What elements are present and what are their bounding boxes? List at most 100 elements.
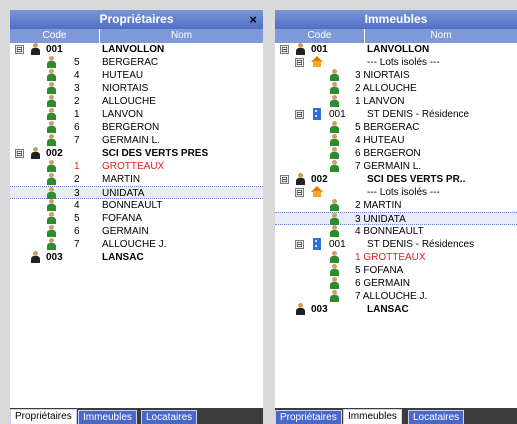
person-icon: [46, 160, 57, 172]
tenant-number: 7: [74, 135, 80, 146]
tenant-row[interactable]: 1 LANVON: [275, 95, 517, 108]
tenant-row[interactable]: 2 MARTIN: [275, 199, 517, 212]
person-icon: [329, 251, 340, 263]
proprietaires-title-bar: Propriétaires ×: [10, 10, 263, 29]
owner-row[interactable]: ⊟ 001 LANVOLLON: [10, 43, 263, 56]
tenant-name: 3 NIORTAIS: [355, 70, 410, 81]
person-icon: [46, 134, 57, 146]
building-row[interactable]: ⊟ 001 ST DENIS - Résidences: [275, 238, 517, 251]
tenant-row[interactable]: 6 GERMAIN: [10, 225, 263, 238]
expand-collapse-toggle[interactable]: ⊟: [295, 58, 304, 67]
tenant-number: 1: [74, 161, 80, 172]
owner-row[interactable]: 003 LANSAC: [10, 251, 263, 264]
tenant-row[interactable]: 1 GROTTEAUX: [275, 251, 517, 264]
tenant-row[interactable]: 4 HUTEAU: [10, 69, 263, 82]
expand-collapse-toggle[interactable]: ⊟: [295, 240, 304, 249]
owner-row[interactable]: ⊟ 001 LANVOLLON: [275, 43, 517, 56]
tenant-row[interactable]: 3 NIORTAIS: [10, 82, 263, 95]
tenant-name: BERGERAC: [102, 57, 159, 68]
tab-locataires[interactable]: Locataires: [141, 410, 198, 424]
tenant-row[interactable]: 5 BERGERAC: [10, 56, 263, 69]
person-icon: [329, 225, 340, 237]
tenant-row[interactable]: 6 GERMAIN: [275, 277, 517, 290]
expand-collapse-toggle[interactable]: ⊟: [295, 188, 304, 197]
tenant-name: 2 ALLOUCHE: [355, 83, 417, 94]
tab-proprietaires[interactable]: Propriétaires: [10, 409, 77, 424]
column-nom[interactable]: Nom: [365, 29, 517, 43]
owner-row[interactable]: ⊟ 002 SCI DES VERTS PRES: [10, 147, 263, 160]
tenant-name: BONNEAULT: [102, 200, 163, 211]
person-icon: [329, 277, 340, 289]
tenant-row[interactable]: 2 ALLOUCHE: [10, 95, 263, 108]
person-icon: [30, 43, 41, 55]
tenant-row[interactable]: 7 GERMAIN L.: [10, 134, 263, 147]
tenant-row[interactable]: 5 BERGERAC: [275, 121, 517, 134]
tenant-name: FOFANA: [102, 213, 143, 224]
tenant-name: GROTTEAUX: [102, 161, 165, 172]
proprietaires-panel: Propriétaires × Code Nom ⊟ 001 LANVOLLON 5 B…: [10, 10, 263, 424]
expand-collapse-toggle[interactable]: ⊟: [15, 45, 24, 54]
tab-immeubles[interactable]: Immeubles: [343, 409, 402, 424]
expand-collapse-toggle[interactable]: ⊟: [15, 149, 24, 158]
tenant-name: 5 FOFANA: [355, 265, 404, 276]
building-row[interactable]: ⊟ 001 ST DENIS - Résidence: [275, 108, 517, 121]
tenant-number: 4: [74, 70, 80, 81]
person-icon: [46, 56, 57, 68]
building-code: 001: [329, 239, 346, 250]
person-icon: [46, 238, 57, 250]
tenant-row[interactable]: 3 UNIDATA: [275, 212, 517, 225]
building-code: 001: [329, 109, 346, 120]
tenant-row[interactable]: 1 LANVON: [10, 108, 263, 121]
tenant-row[interactable]: 4 HUTEAU: [275, 134, 517, 147]
buildings-tree: ⊟ 001 LANVOLLON ⊟ --- Lots isolés --- 3 NIORT…: [275, 43, 517, 316]
tenant-number: 4: [74, 200, 80, 211]
person-icon: [329, 147, 340, 159]
tenant-row[interactable]: 6 BERGERON: [10, 121, 263, 134]
tenant-number: 7: [74, 239, 80, 250]
expand-collapse-toggle[interactable]: ⊟: [295, 110, 304, 119]
tenant-row[interactable]: 7 GERMAIN L.: [275, 160, 517, 173]
building-icon: [311, 238, 322, 250]
tenant-row[interactable]: 3 NIORTAIS: [275, 69, 517, 82]
person-icon: [329, 121, 340, 133]
tenant-row[interactable]: 5 FOFANA: [10, 212, 263, 225]
tenant-name: LANVON: [102, 109, 144, 120]
tab-bar: Propriétaires Immeubles Locataires: [10, 408, 263, 424]
tenant-row[interactable]: 7 ALLOUCHE J.: [10, 238, 263, 251]
column-nom[interactable]: Nom: [100, 29, 263, 43]
tenant-row[interactable]: 3 UNIDATA: [10, 186, 263, 199]
tenant-row[interactable]: 2 ALLOUCHE: [275, 82, 517, 95]
tenant-row[interactable]: 5 FOFANA: [275, 264, 517, 277]
owner-code: 003: [311, 304, 328, 315]
close-icon[interactable]: ×: [249, 10, 257, 29]
person-icon: [30, 147, 41, 159]
expand-collapse-toggle[interactable]: ⊟: [280, 45, 289, 54]
person-icon: [46, 199, 57, 211]
person-icon: [329, 199, 340, 211]
owner-code: 001: [46, 44, 63, 55]
tenant-row[interactable]: 1 GROTTEAUX: [10, 160, 263, 173]
immeubles-title-bar: Immeubles: [275, 10, 517, 29]
tenant-row[interactable]: 6 BERGERON: [275, 147, 517, 160]
owner-code: 002: [311, 174, 328, 185]
tab-bar: Propriétaires Immeubles Locataires: [275, 408, 517, 424]
tenant-row[interactable]: 7 ALLOUCHE J.: [275, 290, 517, 303]
tab-locataires[interactable]: Locataires: [408, 410, 465, 424]
expand-collapse-toggle[interactable]: ⊟: [280, 175, 289, 184]
tenant-row[interactable]: 4 BONNEAULT: [275, 225, 517, 238]
tab-immeubles[interactable]: Immeubles: [78, 410, 137, 424]
column-code[interactable]: Code: [10, 29, 100, 43]
owner-row[interactable]: ⊟ 002 SCI DES VERTS PR..: [275, 173, 517, 186]
tab-proprietaires[interactable]: Propriétaires: [275, 410, 342, 424]
tenant-row[interactable]: 4 BONNEAULT: [10, 199, 263, 212]
person-icon: [295, 173, 306, 185]
tenant-number: 2: [74, 96, 80, 107]
person-icon: [295, 303, 306, 315]
lots-row[interactable]: ⊟ --- Lots isolés ---: [275, 56, 517, 69]
owner-row[interactable]: 003 LANSAC: [275, 303, 517, 316]
owner-name: LANVOLLON: [102, 44, 165, 55]
tenant-row[interactable]: 2 MARTIN: [10, 173, 263, 186]
lots-row[interactable]: ⊟ --- Lots isolés ---: [275, 186, 517, 199]
column-code[interactable]: Code: [275, 29, 365, 43]
lots-isoles-label: --- Lots isolés ---: [367, 57, 440, 68]
